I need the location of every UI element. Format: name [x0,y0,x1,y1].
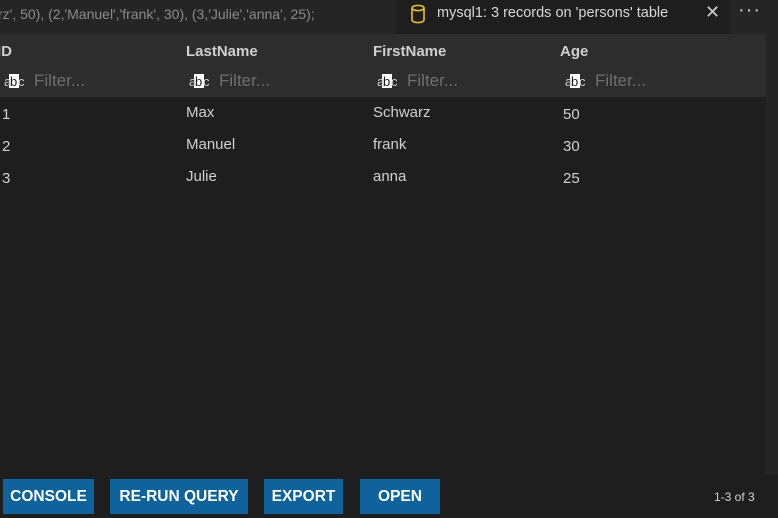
cell-firstname[interactable]: Schwarz [373,104,431,121]
results-tab-title: mysql1: 3 records on 'persons' table [437,5,669,21]
cell-firstname[interactable]: anna [373,168,406,185]
grid-header: ID LastName FirstName Age a b c a b c a … [0,34,766,97]
sql-editor-tab[interactable]: rz', 50), (2,'Manuel','frank', 30), (3,'… [0,0,396,34]
more-actions-icon[interactable]: ··· [738,0,762,24]
text-filter-icon: a b c [377,74,397,89]
column-header-lastname[interactable]: LastName [186,43,258,60]
cell-lastname[interactable]: Max [186,104,214,121]
svg-text:c: c [579,74,585,89]
rerun-query-button[interactable]: RE-RUN QUERY [110,479,248,514]
cell-firstname[interactable]: frank [373,136,406,153]
text-filter-icon: a b c [4,74,24,89]
filter-input-lastname[interactable] [219,71,369,91]
text-filter-icon: a b c [189,74,209,89]
close-icon[interactable]: ✕ [705,3,720,21]
filter-firstname: a b c [377,70,557,92]
svg-text:c: c [203,74,209,89]
column-header-age[interactable]: Age [560,43,588,60]
filter-id: a b c [4,70,184,92]
vertical-scrollbar[interactable] [766,34,778,475]
svg-text:b: b [195,74,202,89]
sql-editor-text: rz', 50), (2,'Manuel','frank', 30), (3,'… [0,6,315,22]
filter-age: a b c [565,70,745,92]
cell-age[interactable]: 50 [563,106,580,123]
column-header-firstname[interactable]: FirstName [373,43,446,60]
cell-id[interactable]: 2 [2,138,10,155]
filter-input-age[interactable] [595,71,745,91]
database-icon [411,4,425,24]
cell-age[interactable]: 25 [563,170,580,187]
cell-id[interactable]: 1 [2,106,10,123]
svg-text:c: c [18,74,24,89]
cell-age[interactable]: 30 [563,138,580,155]
svg-text:b: b [383,74,390,89]
filter-input-firstname[interactable] [407,71,557,91]
text-filter-icon: a b c [565,74,585,89]
results-tab[interactable]: mysql1: 3 records on 'persons' table ✕ [396,0,730,34]
svg-text:b: b [571,74,578,89]
cell-id[interactable]: 3 [2,170,10,187]
filter-lastname: a b c [189,70,369,92]
console-button[interactable]: CONSOLE [3,479,94,514]
export-button[interactable]: EXPORT [264,479,343,514]
column-header-id[interactable]: ID [0,43,12,60]
results-footer: CONSOLE RE-RUN QUERY EXPORT OPEN 1-3 of … [0,475,778,518]
filter-input-id[interactable] [34,71,184,91]
svg-text:c: c [391,74,397,89]
svg-text:b: b [10,74,17,89]
pagination-info: 1-3 of 3 [714,490,755,504]
open-button[interactable]: OPEN [360,479,440,514]
cell-lastname[interactable]: Julie [186,168,217,185]
cell-lastname[interactable]: Manuel [186,136,235,153]
editor-tab-bar: rz', 50), (2,'Manuel','frank', 30), (3,'… [0,0,778,34]
